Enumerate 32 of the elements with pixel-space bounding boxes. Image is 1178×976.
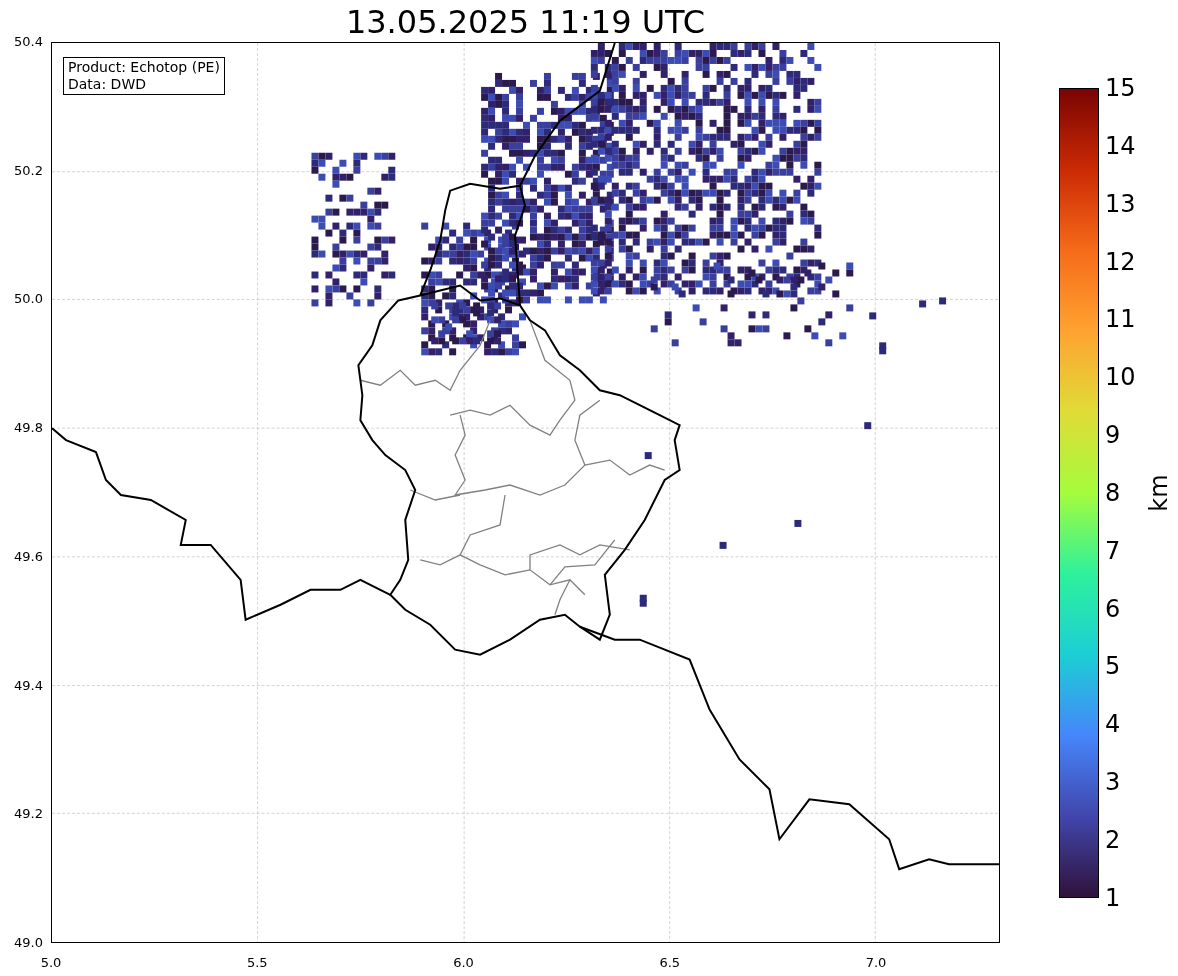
- colorbar-label: km: [1144, 474, 1173, 512]
- colorbar-tick-label: 4: [1105, 714, 1122, 735]
- colorbar-tick-label: 13: [1105, 193, 1136, 214]
- y-tick-label: 50.2: [14, 162, 43, 179]
- y-tick-label: 49.2: [14, 806, 43, 823]
- y-tick-label: 49.6: [14, 548, 43, 565]
- y-tick-label: 49.0: [14, 934, 43, 951]
- x-tick-label: 5.0: [39, 955, 63, 971]
- x-tick-label: 5.5: [245, 955, 269, 971]
- colorbar-tick-label: 9: [1105, 425, 1122, 446]
- y-tick-label: 49.8: [14, 420, 43, 437]
- colorbar-tick-label: 14: [1105, 135, 1136, 156]
- x-tick-label: 6.5: [658, 955, 682, 971]
- x-tick-label: 6.0: [452, 955, 475, 971]
- y-tick-label: 50.4: [14, 34, 43, 50]
- colorbar-tick-label: 12: [1105, 251, 1136, 272]
- y-tick-label: 49.4: [14, 677, 43, 694]
- chart-title: 13.05.2025 11:19 UTC: [345, 2, 706, 42]
- colorbar-tick-label: 15: [1105, 78, 1136, 98]
- colorbar-tick-label: 3: [1105, 772, 1122, 793]
- colorbar-tick-label: 5: [1105, 656, 1122, 677]
- y-tick-label: 50.0: [14, 291, 43, 308]
- colorbar-tick-label: 8: [1105, 482, 1122, 503]
- colorbar-tick-label: 10: [1105, 367, 1136, 388]
- legend-text: Product: Echotop (PE): [68, 59, 220, 76]
- colorbar-tick-label: 6: [1105, 598, 1122, 619]
- colorbar-tick-label: 1: [1105, 887, 1122, 908]
- colorbar-tick-label: 7: [1105, 540, 1122, 561]
- colorbar-tick-label: 2: [1105, 829, 1122, 850]
- legend-text: Data: DWD: [68, 76, 147, 93]
- colorbar-tick-label: 11: [1105, 309, 1136, 330]
- x-tick-label: 7.0: [864, 955, 888, 971]
